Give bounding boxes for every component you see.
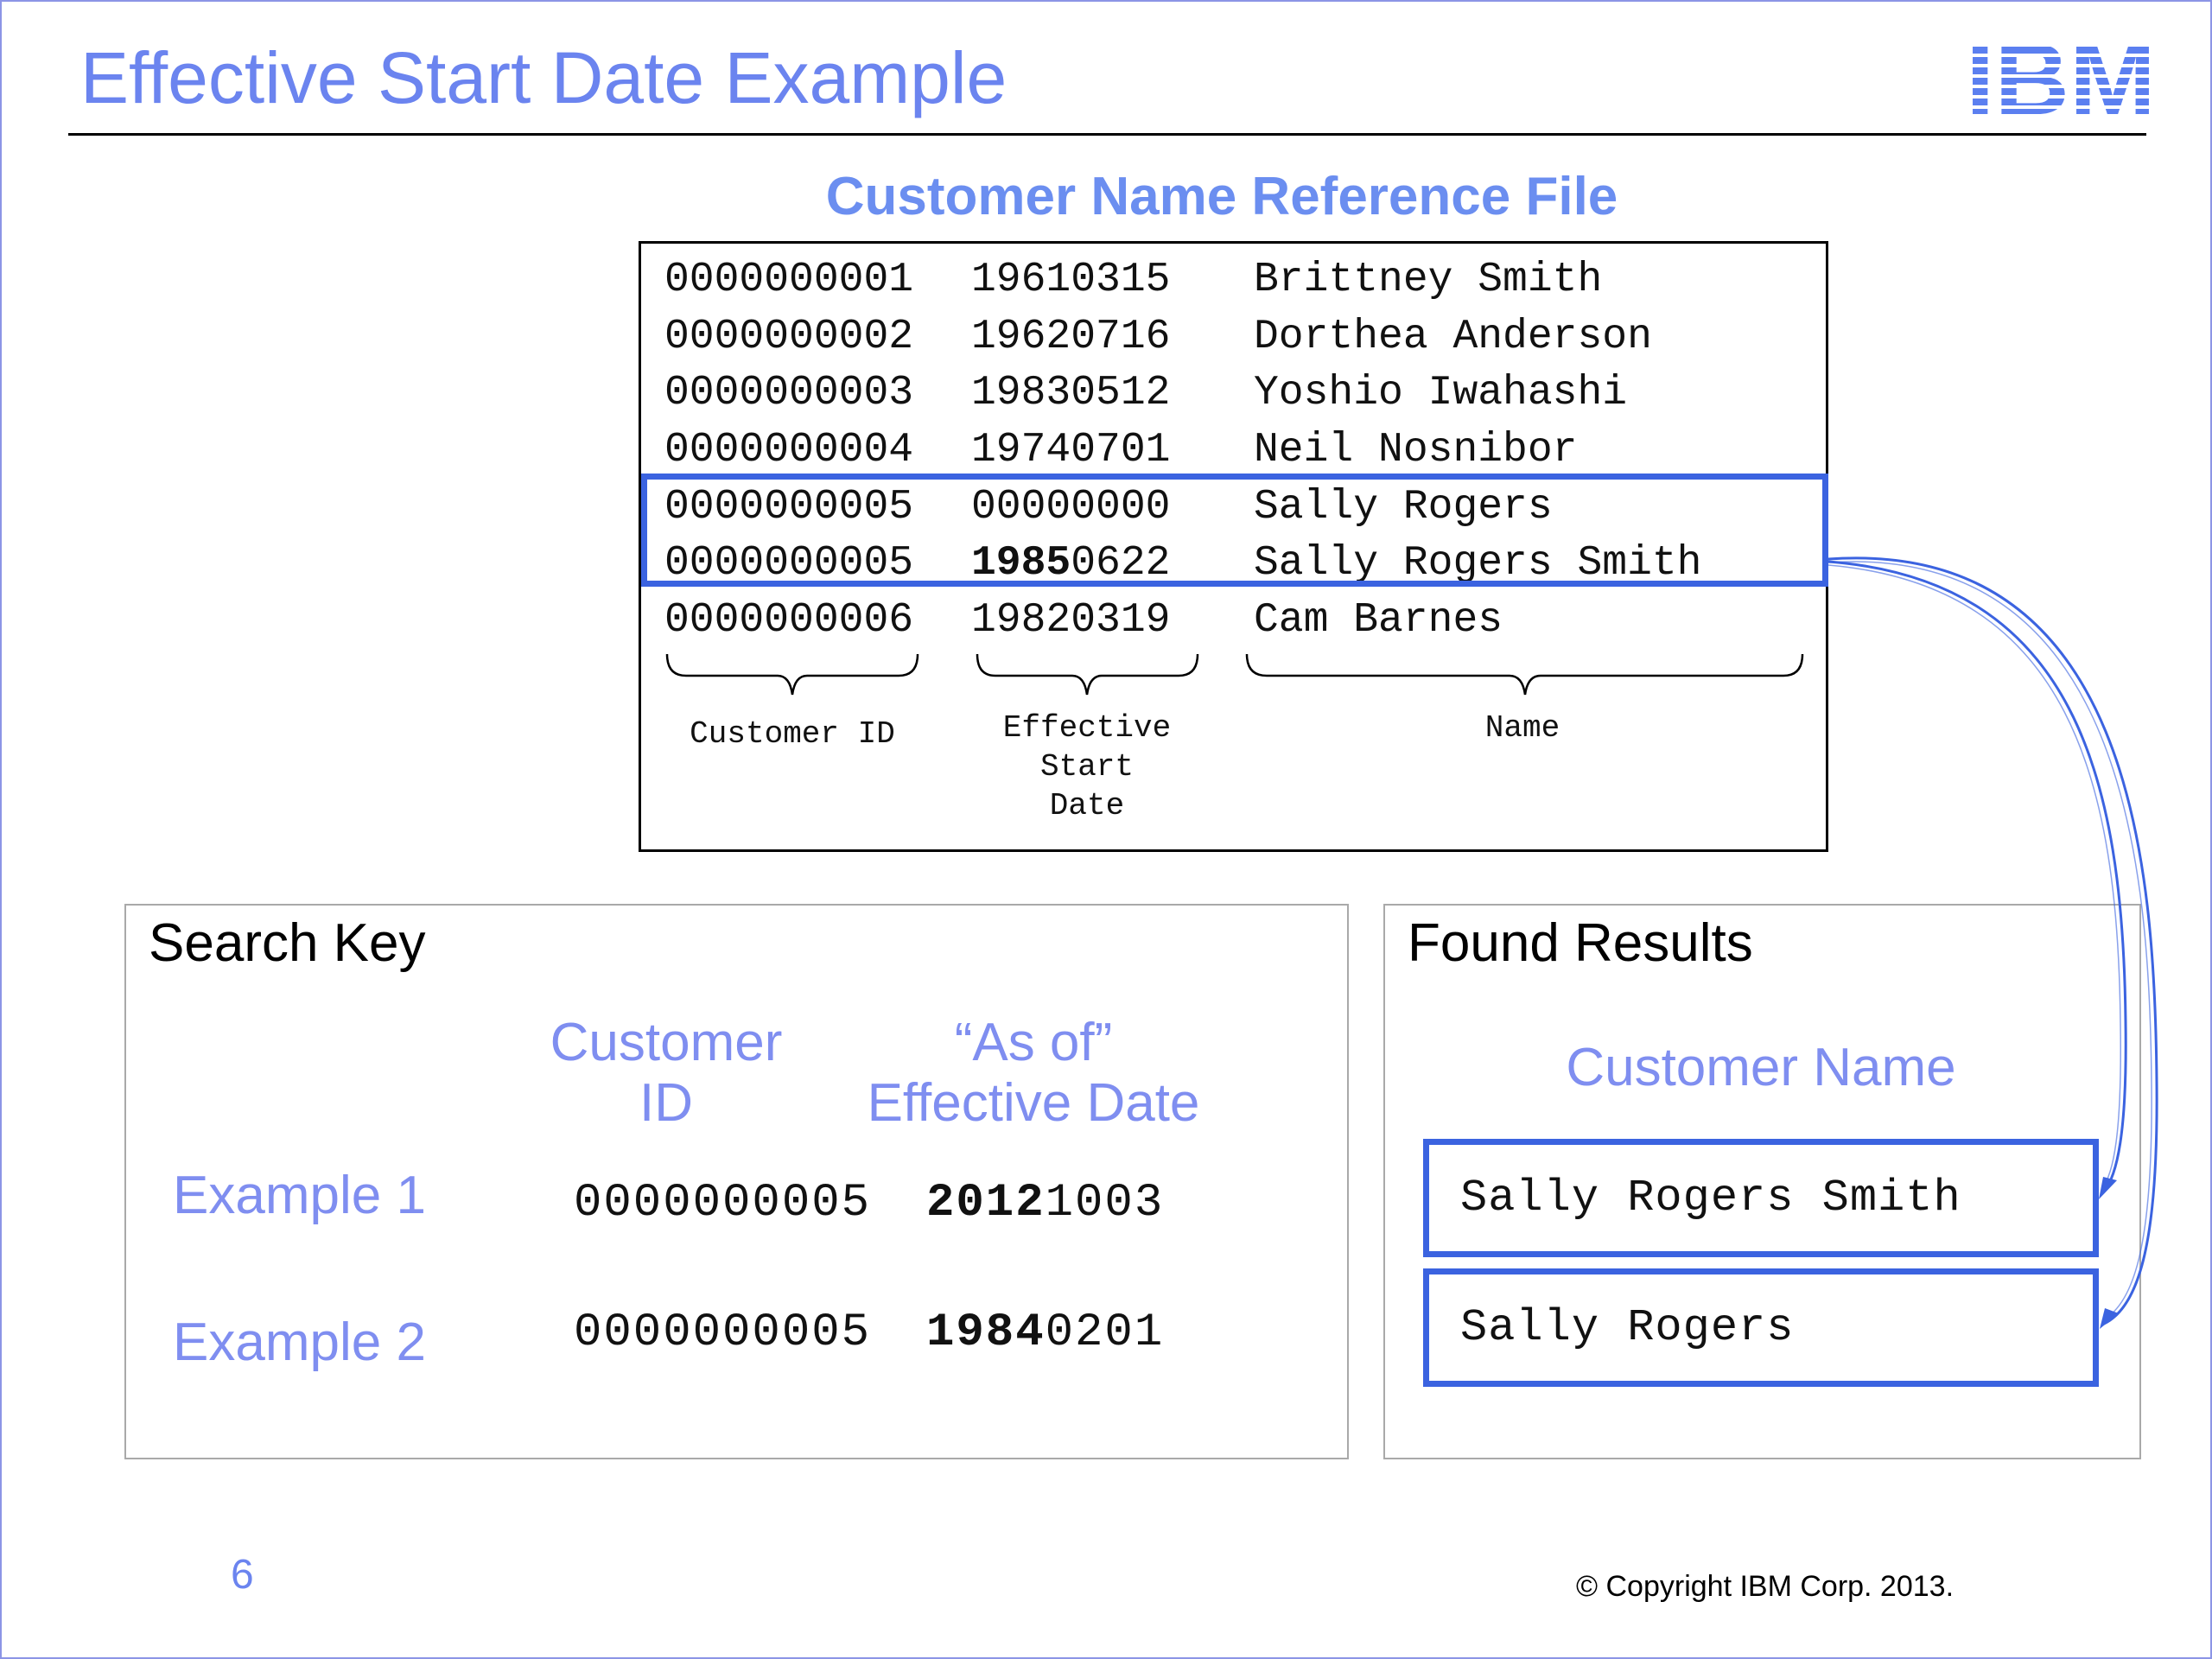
effective-date-cell: 19820319 <box>971 597 1171 644</box>
example-1-as-of-date: 20121003 <box>926 1177 1165 1230</box>
found-results-heading: Found Results <box>1408 913 1753 973</box>
customer-name-label: Customer Name <box>1566 1038 1956 1097</box>
name-cell: Cam Barnes <box>1254 597 1503 644</box>
name-column-label: Name <box>1484 710 1560 746</box>
search-key-panel: Search Key Customer ID “As of” Effective… <box>124 904 1349 1459</box>
customer-id-column-label: Customer ID <box>690 716 895 752</box>
name-brace <box>1245 653 1804 696</box>
title-divider <box>68 133 2146 136</box>
customer-id-cell: 0000000001 <box>664 257 914 303</box>
result-example-2-text: Sally Rogers <box>1460 1302 1795 1353</box>
name-cell: Dorthea Anderson <box>1254 314 1652 360</box>
reference-file-title: Customer Name Reference File <box>825 167 1618 226</box>
ibm-logo: IBM <box>1966 36 2156 119</box>
effective-date-cell: 19740701 <box>971 427 1171 474</box>
effective-date-cell: 19620716 <box>971 314 1171 360</box>
as-of-effective-date-label: “As of” Effective Date <box>867 1013 1200 1133</box>
example-2-customer-id: 0000000005 <box>574 1306 872 1359</box>
search-customer-id-label: Customer ID <box>550 1013 783 1133</box>
example-1-label: Example 1 <box>173 1166 426 1225</box>
customer-id-brace <box>665 653 919 696</box>
example-2-label: Example 2 <box>173 1313 426 1372</box>
effective-date-brace <box>976 653 1199 696</box>
example-2-as-of-date: 19840201 <box>926 1306 1165 1359</box>
result-example-1: Sally Rogers Smith <box>1423 1139 2099 1257</box>
result-example-2: Sally Rogers <box>1423 1268 2099 1387</box>
sally-rogers-highlight <box>641 474 1828 587</box>
customer-id-cell: 0000000004 <box>664 427 914 474</box>
svg-text:IBM: IBM <box>1966 36 2156 119</box>
example-1-customer-id: 0000000005 <box>574 1177 872 1230</box>
page-number: 6 <box>231 1552 254 1598</box>
customer-id-cell: 0000000002 <box>664 314 914 360</box>
customer-id-cell: 0000000003 <box>664 370 914 416</box>
name-cell: Brittney Smith <box>1254 257 1603 303</box>
effective-date-cell: 19830512 <box>971 370 1171 416</box>
slide: Effective Start Date Example IBM Custome… <box>0 0 2212 1659</box>
effective-date-cell: 19610315 <box>971 257 1171 303</box>
slide-title: Effective Start Date Example <box>80 37 1007 118</box>
result-example-1-text: Sally Rogers Smith <box>1460 1173 1961 1224</box>
search-key-heading: Search Key <box>149 913 426 973</box>
copyright: © Copyright IBM Corp. 2013. <box>1576 1570 1955 1603</box>
effective-start-date-column-label: Effective Start Date <box>1002 710 1172 823</box>
customer-id-cell: 0000000006 <box>664 597 914 644</box>
name-cell: Neil Nosnibor <box>1254 427 1578 474</box>
name-cell: Yoshio Iwahashi <box>1254 370 1628 416</box>
